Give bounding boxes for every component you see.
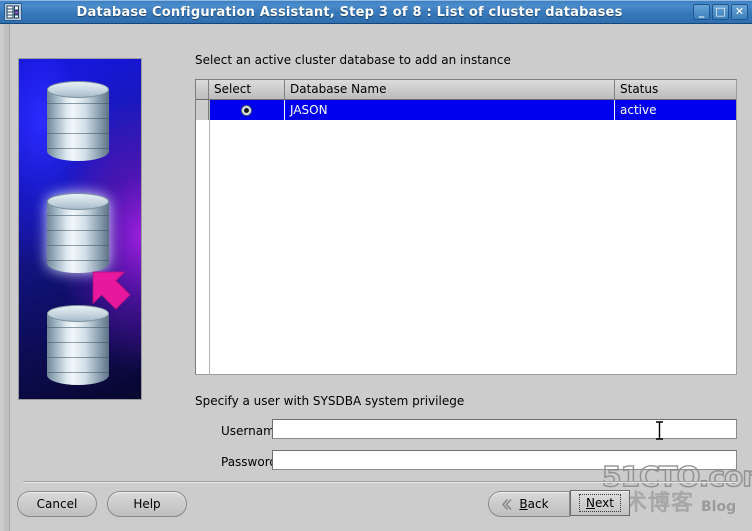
next-button[interactable]: Next [570,490,630,516]
window-title: Database Configuration Assistant, Step 3… [76,4,623,20]
maximize-button[interactable]: □ [712,4,729,20]
column-header-database-name[interactable]: Database Name [285,80,615,99]
next-button-label: Next [579,494,621,512]
back-button-label: Back [519,497,548,511]
password-input[interactable] [272,450,737,470]
next-mnemonic: N [586,496,595,510]
column-header-status[interactable]: Status [615,80,736,99]
minimize-button[interactable]: _ [693,4,710,20]
cluster-databases-table[interactable]: Select Database Name Status JASON active [195,79,737,375]
column-header-select[interactable]: Select [209,80,285,99]
radio-selected-icon[interactable] [241,105,252,116]
back-button[interactable]: Back [488,491,570,517]
database-app-icon-glyph [6,5,19,19]
table-row-header-divider [209,100,210,374]
cancel-button[interactable]: Cancel [17,491,97,517]
window-controls: _ □ ✕ [693,4,748,20]
instruction-text: Select an active cluster database to add… [195,53,511,67]
database-app-icon [4,3,22,21]
back-mnemonic: B [519,497,528,511]
table-empty-area [196,120,736,374]
next-rest: ext [595,496,614,510]
table-corner-header [196,80,209,99]
table-row[interactable]: JASON active [196,100,736,120]
username-input[interactable] [272,419,737,439]
cell-status: active [615,100,736,120]
cell-database-name: JASON [285,100,615,120]
cluster-databases-illustration [18,58,142,400]
database-cylinder-icon-2 [47,305,109,393]
dbca-window: Database Configuration Assistant, Step 3… [0,0,752,531]
credentials-section-label: Specify a user with SYSDBA system privil… [195,394,465,408]
close-button[interactable]: ✕ [731,4,748,20]
database-cylinder-icon [47,81,109,169]
pointer-arrow-icon [92,271,131,310]
footer-separator [23,481,737,483]
chevron-left-icon [502,498,512,510]
help-button[interactable]: Help [107,491,187,517]
back-rest: ack [527,497,549,511]
row-select-radio-cell[interactable] [209,100,285,120]
row-handle[interactable] [196,100,209,120]
window-titlebar: Database Configuration Assistant, Step 3… [0,0,752,24]
window-left-rail [4,24,10,531]
table-header-row: Select Database Name Status [196,80,736,100]
